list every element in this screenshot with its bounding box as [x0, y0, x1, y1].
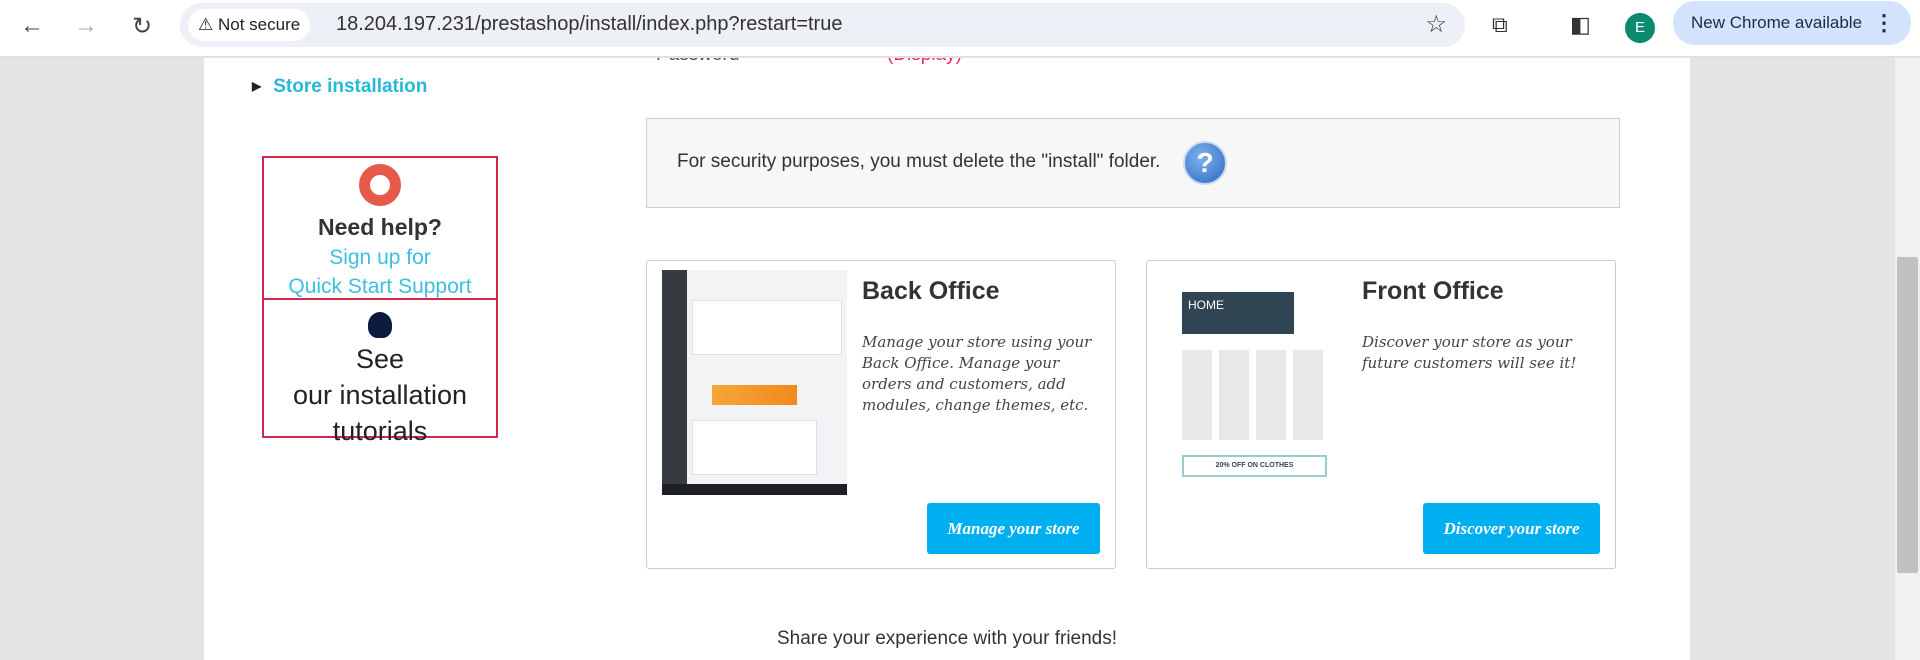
help-link-line1: Sign up for: [329, 246, 431, 269]
side-panel-icon[interactable]: ◧: [1570, 12, 1591, 38]
tutorials-link[interactable]: See our installation tutorials: [264, 298, 496, 446]
security-notice: For security purposes, you must delete t…: [646, 118, 1620, 208]
manage-store-button[interactable]: Manage your store: [927, 503, 1100, 554]
browser-toolbar: ← → ↻ ⚠ Not secure 18.204.197.231/presta…: [0, 0, 1920, 57]
display-password-link[interactable]: (Display): [887, 58, 962, 66]
reload-icon[interactable]: ↻: [126, 12, 158, 41]
share-text: Share your experience with your friends!: [776, 628, 1118, 649]
front-office-screenshot: HOME 20% OFF ON CLOTHES: [1162, 270, 1347, 495]
step-store-installation[interactable]: ▶ Store installation: [252, 76, 427, 98]
thumb-promo-text: 20% OFF ON CLOTHES: [1182, 455, 1327, 477]
security-notice-text: For security purposes, you must delete t…: [677, 151, 1161, 172]
help-title: Need help?: [318, 214, 442, 240]
back-icon[interactable]: ←: [16, 12, 48, 40]
update-label: New Chrome available: [1691, 13, 1863, 32]
discover-store-button[interactable]: Discover your store: [1423, 503, 1600, 554]
install-page: Password (Display) ▶ Store installation N…: [204, 58, 1690, 660]
tutorials-line3: tutorials: [332, 416, 428, 446]
new-chrome-button[interactable]: New Chrome available ⋮: [1673, 1, 1911, 45]
help-link-line2: Quick Start Support: [288, 275, 472, 298]
address-bar[interactable]: ⚠ Not secure 18.204.197.231/prestashop/i…: [180, 3, 1465, 47]
quick-start-support-link[interactable]: Need help? Sign up for Quick Start Suppo…: [264, 158, 496, 298]
caret-right-icon: ▶: [252, 79, 262, 93]
forward-icon[interactable]: →: [70, 12, 102, 40]
tutorials-line1: See: [355, 344, 405, 374]
thumb-banner-text: HOME: [1182, 292, 1294, 334]
tutorials-line2: our installation: [292, 380, 468, 410]
warning-icon: ⚠: [198, 15, 214, 34]
security-chip[interactable]: ⚠ Not secure: [188, 9, 311, 41]
front-office-card: HOME 20% OFF ON CLOTHES Front Office Dis…: [1146, 260, 1616, 569]
menu-icon[interactable]: ⋮: [1873, 1, 1895, 45]
front-office-title: Front Office: [1362, 277, 1504, 305]
help-question-icon[interactable]: ?: [1183, 141, 1227, 185]
back-office-title: Back Office: [862, 277, 1000, 305]
bookmark-star-icon[interactable]: ☆: [1425, 10, 1447, 39]
scrollbar-thumb[interactable]: [1897, 257, 1918, 573]
lifebuoy-icon: [359, 164, 401, 206]
step-label: Store installation: [273, 76, 428, 97]
lightbulb-icon: [368, 312, 392, 338]
security-label: Not secure: [217, 15, 301, 34]
help-panel: Need help? Sign up for Quick Start Suppo…: [262, 156, 498, 446]
back-office-card: Back Office Manage your store using your…: [646, 260, 1116, 569]
back-office-screenshot: [662, 270, 847, 495]
url-text[interactable]: 18.204.197.231/prestashop/install/index.…: [336, 13, 842, 36]
front-office-description: Discover your store as your future custo…: [1362, 333, 1577, 372]
back-office-description: Manage your store using your Back Office…: [862, 333, 1092, 414]
extensions-icon[interactable]: ⧉: [1492, 12, 1508, 38]
avatar[interactable]: E: [1625, 13, 1655, 43]
password-label: Password: [656, 58, 739, 66]
